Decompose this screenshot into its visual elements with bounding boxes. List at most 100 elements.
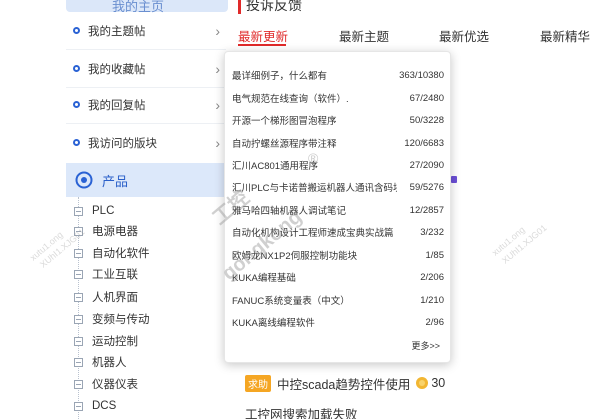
list-item[interactable]: 电气规范在线查询（软件）. 67/2480 xyxy=(232,87,444,109)
list-item-title: FANUC系统变量表（中文） xyxy=(232,296,350,307)
chevron-right-icon: › xyxy=(215,134,220,151)
menu-item-my-favorites[interactable]: 我的收藏帖 › xyxy=(66,50,222,87)
list-item[interactable]: KUKA离线编程软件 2/96 xyxy=(232,311,444,333)
tree-item-label: 机器人 xyxy=(92,357,127,369)
tab-latest-updates[interactable]: 最新更新 xyxy=(238,26,288,45)
tree-item-software[interactable]: 自动化软件 xyxy=(74,243,150,263)
latest-updates-dropdown: 最详细例子，什么都有 363/10380 电气规范在线查询（软件）. 67/24… xyxy=(224,51,451,363)
collapse-box-icon[interactable] xyxy=(74,206,83,216)
collapse-box-icon[interactable] xyxy=(74,357,83,367)
list-item-title: 汇川PLC与卡诺普搬运机器人通讯含码块 xyxy=(232,183,397,194)
menu-item-label: 我的收藏帖 xyxy=(88,63,146,76)
list-item-title: 雅马哈四轴机器人调试笔记 xyxy=(232,206,347,217)
list-item[interactable]: 开源一个梯形图冒泡程序 50/3228 xyxy=(232,109,444,131)
tree-item-label: 电源电器 xyxy=(92,226,138,238)
feed-item-points: 30 xyxy=(431,376,446,390)
collapse-box-icon[interactable] xyxy=(74,379,83,389)
chevron-right-icon: › xyxy=(215,96,220,113)
list-item-count: 2/206 xyxy=(420,271,444,283)
list-item[interactable]: 欧姆龙NX1P2伺服控制功能块 1/85 xyxy=(232,244,444,266)
notification-badge xyxy=(451,176,457,183)
tree-item-label: 仪器仪表 xyxy=(92,379,138,391)
section-title: 投诉反馈 xyxy=(238,0,302,14)
list-item-count: 120/6683 xyxy=(404,137,444,149)
collapse-box-icon[interactable] xyxy=(74,226,83,236)
list-item[interactable]: KUKA编程基础 2/206 xyxy=(232,266,444,288)
list-item-title: 自动化机构设计工程师速成宝典实战篇 xyxy=(232,228,394,239)
list-item-count: 27/2090 xyxy=(409,159,444,171)
tab-latest-picks[interactable]: 最新优选 xyxy=(439,26,489,45)
list-item[interactable]: 汇川PLC与卡诺普搬运机器人通讯含码块 59/5276 xyxy=(232,176,444,198)
tree-item-iiot[interactable]: 工业互联 xyxy=(74,264,138,284)
list-item-title: 汇川AC801通用程序 xyxy=(232,161,319,172)
feed-tabs: 最新更新 最新主题 最新优选 最新精华 xyxy=(238,26,600,44)
list-item-title: 欧姆龙NX1P2伺服控制功能块 xyxy=(232,251,358,262)
tree-item-power[interactable]: 电源电器 xyxy=(74,221,138,241)
list-item-count: 1/210 xyxy=(420,294,444,306)
feed-item-title[interactable]: 中控scada趋势控件使用 xyxy=(277,374,410,393)
tree-item-label: DCS xyxy=(92,400,117,412)
coin-icon xyxy=(416,377,429,389)
collapse-box-icon[interactable] xyxy=(74,292,83,302)
feed-list-item[interactable]: 求助 中控scada趋势控件使用 30 xyxy=(245,374,445,392)
watermark-user-id: xutu1.ong xyxy=(490,224,527,258)
list-item[interactable]: 最详细例子，什么都有 363/10380 xyxy=(232,64,444,86)
product-section-header[interactable]: 产品 xyxy=(66,163,228,197)
sidebar-top-header[interactable]: 我的主页 xyxy=(66,0,228,14)
tree-item-hmi[interactable]: 人机界面 xyxy=(74,287,138,307)
menu-item-label: 我的主题帖 xyxy=(88,25,146,38)
collapse-box-icon[interactable] xyxy=(74,248,83,258)
list-item-title: 开源一个梯形图冒泡程序 xyxy=(232,116,337,127)
tree-item-motion[interactable]: 运动控制 xyxy=(74,331,138,351)
menu-item-my-threads[interactable]: 我的主题帖 › xyxy=(66,12,222,49)
bullet-icon xyxy=(73,27,80,34)
list-item-title: 最详细例子，什么都有 xyxy=(232,71,328,82)
menu-item-my-replies[interactable]: 我的回复帖 › xyxy=(66,86,222,123)
list-item[interactable]: FANUC系统变量表（中文） 1/210 xyxy=(232,289,444,311)
list-item[interactable]: 自动拧螺丝源程序带注释 120/6683 xyxy=(232,132,444,154)
tab-latest-featured[interactable]: 最新精华 xyxy=(540,26,590,45)
list-item-count: 3/232 xyxy=(420,226,444,238)
list-item-count: 2/96 xyxy=(425,316,445,328)
collapse-box-icon[interactable] xyxy=(74,269,83,279)
tree-item-robot[interactable]: 机器人 xyxy=(74,352,127,372)
list-item-count: 1/85 xyxy=(425,249,445,261)
sidebar: 我的主页 我的主题帖 › 我的收藏帖 › 我的回复帖 › 我访问的版块 › 产品… xyxy=(0,0,228,419)
tree-item-drives[interactable]: 变频与传动 xyxy=(74,309,150,329)
watermark-user-code: XUhI1.XJG01 xyxy=(500,222,549,266)
title-accent-bar xyxy=(238,0,241,14)
product-icon xyxy=(75,171,93,189)
bullet-icon xyxy=(73,139,80,146)
menu-item-label: 我访问的版块 xyxy=(88,137,157,150)
menu-item-label: 我的回复帖 xyxy=(88,99,146,112)
tab-latest-topics[interactable]: 最新主题 xyxy=(339,26,389,45)
list-item[interactable]: 汇川AC801通用程序 27/2090 xyxy=(232,154,444,176)
list-item-title: KUKA编程基础 xyxy=(232,273,296,284)
bullet-icon xyxy=(73,65,80,72)
collapse-box-icon[interactable] xyxy=(74,336,83,346)
chevron-right-icon: › xyxy=(215,60,220,77)
list-item-count: 50/3228 xyxy=(409,114,444,126)
list-item-count: 12/2857 xyxy=(409,204,444,216)
section-title-text: 投诉反馈 xyxy=(246,0,302,13)
tree-item-label: 工业互联 xyxy=(92,269,138,281)
list-item-count: 67/2480 xyxy=(409,92,444,104)
list-item[interactable]: 自动化机构设计工程师速成宝典实战篇 3/232 xyxy=(232,221,444,243)
feed-item-title[interactable]: 工控网搜索加载失败 xyxy=(245,404,358,419)
chevron-right-icon: › xyxy=(215,22,220,39)
tree-item-label: 自动化软件 xyxy=(92,248,150,260)
more-link[interactable]: 更多>> xyxy=(411,339,440,352)
product-section-label: 产品 xyxy=(102,173,129,189)
collapse-box-icon[interactable] xyxy=(74,314,83,324)
tree-item-plc[interactable]: PLC xyxy=(74,201,114,221)
bullet-icon xyxy=(73,101,80,108)
tree-item-dcs[interactable]: DCS xyxy=(74,396,116,416)
tree-item-label: 人机界面 xyxy=(92,292,138,304)
list-item-title: 电气规范在线查询（软件）. xyxy=(232,94,349,105)
tree-item-instruments[interactable]: 仪器仪表 xyxy=(74,374,138,394)
list-item[interactable]: 雅马哈四轴机器人调试笔记 12/2857 xyxy=(232,199,444,221)
menu-item-visited-boards[interactable]: 我访问的版块 › xyxy=(66,124,222,161)
tree-item-label: 运动控制 xyxy=(92,336,138,348)
tree-item-label: 变频与传动 xyxy=(92,314,150,326)
collapse-box-icon[interactable] xyxy=(74,401,83,411)
